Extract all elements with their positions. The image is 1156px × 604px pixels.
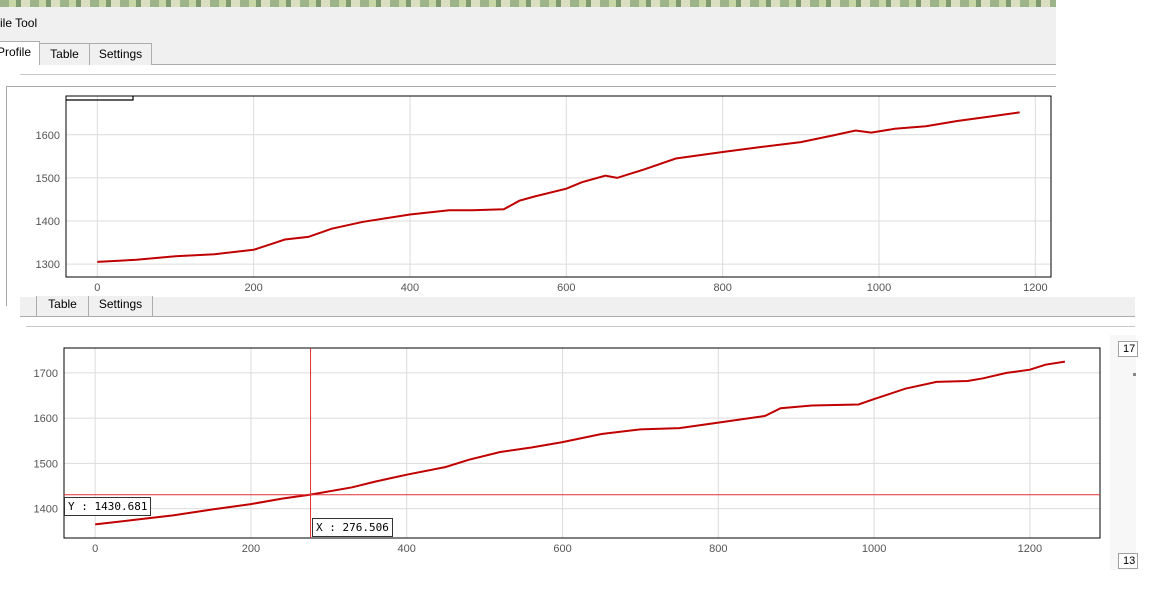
y-tick-label: 1600 xyxy=(34,413,58,425)
tab-table[interactable]: Table xyxy=(39,43,90,65)
x-tick-label: 800 xyxy=(713,282,731,294)
x-tick-label: 600 xyxy=(553,543,571,555)
elevation-profile-chart-bottom[interactable]: 0 200 400 600 800 1000 1200 1400 1500 1600 1700 xyxy=(0,340,1101,565)
y-tick-label: 1700 xyxy=(34,368,58,380)
y-tick-label: 1400 xyxy=(36,216,60,228)
x-tick-label: 400 xyxy=(401,282,419,294)
y-tick-label: 1500 xyxy=(34,458,58,470)
cursor-y-readout: Y : 1430.681 xyxy=(64,497,152,516)
tab-profile[interactable]: Profile xyxy=(0,41,40,65)
map-canvas-strip[interactable] xyxy=(0,0,1056,7)
tab-bar-border xyxy=(20,316,1135,317)
x-tick-label: 600 xyxy=(557,282,575,294)
x-tick-label: 400 xyxy=(398,543,416,555)
tab-settings[interactable]: Settings xyxy=(88,296,153,316)
max-value-field[interactable]: 17 xyxy=(1118,341,1138,357)
y-tick-label: 1300 xyxy=(36,259,60,271)
secondary-tab-strip xyxy=(20,297,1135,317)
x-tick-label: 0 xyxy=(94,282,100,294)
profile-line-bottom xyxy=(95,360,1066,526)
profile-tool-panel: ile Tool xyxy=(0,7,1056,65)
y-tick-label: 1400 xyxy=(34,504,58,516)
x-tick-label: 1000 xyxy=(862,543,886,555)
min-value-field[interactable]: 13 xyxy=(1118,553,1138,569)
window-title: ile Tool xyxy=(0,16,38,30)
x-tick-label: 200 xyxy=(242,543,260,555)
handle-dot xyxy=(1133,373,1136,376)
tab-table[interactable]: Table xyxy=(36,296,89,316)
panel-divider xyxy=(20,74,1056,75)
y-tick-label: 1600 xyxy=(36,130,60,142)
tab-bar-border xyxy=(0,64,1056,65)
side-control-panel xyxy=(1110,335,1136,570)
plot-area-frame xyxy=(65,95,1052,278)
x-tick-label: 0 xyxy=(92,543,98,555)
x-tick-label: 800 xyxy=(709,543,727,555)
x-tick-label: 1200 xyxy=(1018,543,1042,555)
plot-area-frame xyxy=(63,347,1101,539)
panel-divider xyxy=(26,326,1135,327)
cursor-x-readout: X : 276.506 xyxy=(312,518,393,537)
y-tick-label: 1500 xyxy=(36,173,60,185)
frame-tab-notch xyxy=(66,96,134,101)
tab-settings[interactable]: Settings xyxy=(89,43,152,65)
elevation-profile-chart-top[interactable]: 0 200 400 600 800 1000 1200 1300 1400 1500 1600 xyxy=(0,86,1056,296)
x-tick-label: 200 xyxy=(244,282,262,294)
x-tick-label: 1200 xyxy=(1023,282,1047,294)
x-tick-label: 1000 xyxy=(867,282,891,294)
